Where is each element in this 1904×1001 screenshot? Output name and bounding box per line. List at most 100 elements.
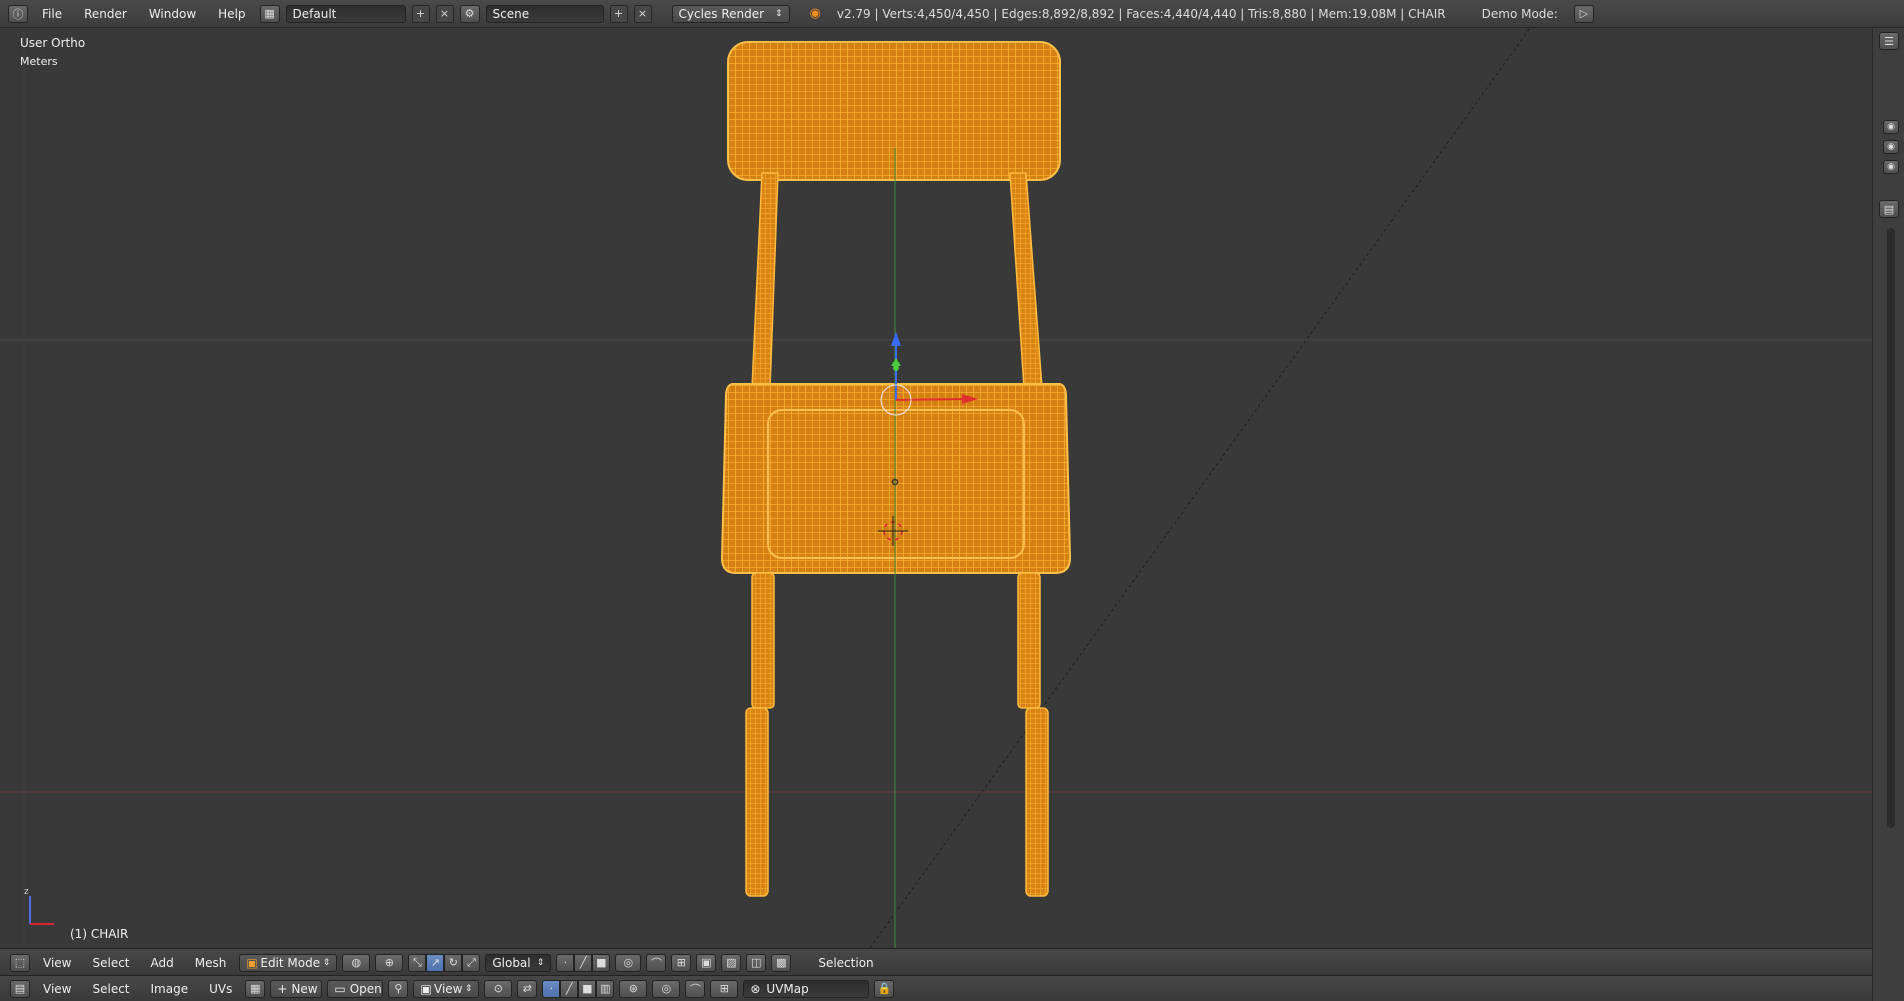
svg-text:z: z [24,887,29,897]
lock-icon[interactable]: 🔒 [874,979,895,998]
chair-leg-lower-right[interactable] [1025,707,1049,897]
remove-scene-icon[interactable]: × [633,4,652,23]
scale-manipulator-icon[interactable]: ⤢ [462,953,481,972]
scene-icon[interactable]: ⚙ [459,4,480,23]
viewport-canvas[interactable]: z [0,28,1872,948]
uv-menu-uvs[interactable]: UVs [201,982,240,996]
proportional-editing-icon[interactable]: ◎ [615,953,642,972]
opengl-render-icon[interactable]: ◫ [746,953,767,972]
new-image-label: New [291,981,318,996]
3d-viewport[interactable]: z User Ortho Meters (1) CHAIR [0,28,1872,948]
manipulator-y-arrow[interactable] [891,358,901,366]
view-axis-widget: z [24,887,54,925]
3d-view-header: ⬚ View Select Add Mesh ▣ Edit Mode ⇕ ◍ ⊕… [0,948,1872,976]
menu-file[interactable]: File [34,7,70,21]
uv-select-mode-buttons: · ╱ ■ ▥ [542,979,615,998]
scene-field[interactable]: Scene [485,4,604,23]
remove-screen-icon[interactable]: × [435,4,454,23]
visibility-icon[interactable]: ◉ [1883,140,1899,154]
uv-vertex-select-icon[interactable]: · [542,979,561,998]
plus-icon: + [277,981,288,996]
demo-mode-label: Demo Mode: [1481,6,1558,21]
chair-leg-front-left[interactable] [751,572,775,709]
chair-backrest[interactable] [727,41,1061,181]
pivot-icon[interactable]: ⊙ [484,979,513,998]
render-preview-icon[interactable]: ▨ [721,953,742,972]
render-engine-label: Cycles Render [678,6,765,21]
sticky-select-icon[interactable]: ⊛ [619,979,648,998]
outliner-icon[interactable]: ☰ [1879,32,1899,50]
manipulator-z-arrow[interactable] [891,332,901,346]
open-image-label: Open [349,981,382,996]
render-engine-dropdown[interactable]: Cycles Render ⇕ [671,4,790,23]
opengl-animation-icon[interactable]: ▩ [771,953,792,972]
properties-icon[interactable]: ▤ [1879,200,1899,218]
editor-type-image-icon[interactable]: ▤ [10,979,30,998]
status-selection: Selection [818,955,874,970]
sync-selection-icon[interactable]: ⇄ [517,979,538,998]
manipulator-toggle-icon[interactable]: ⤡ [408,953,427,972]
snap-target-icon[interactable]: ▣ [696,953,717,972]
visibility-icon[interactable]: ◉ [1883,120,1899,134]
uv-menu-image[interactable]: Image [143,982,197,996]
proportional-icon[interactable]: ◎ [652,979,681,998]
edit-mode-icon: ▣ [246,955,258,970]
open-image-button[interactable]: ▭ Open [327,979,384,998]
uv-edge-select-icon[interactable]: ╱ [560,979,579,998]
menu-render[interactable]: Render [76,7,135,21]
editor-type-3dview-icon[interactable]: ⬚ [10,953,30,972]
uv-face-select-icon[interactable]: ■ [578,979,597,998]
active-object-label: (1) CHAIR [70,927,129,941]
uv-menu-view[interactable]: View [35,982,79,996]
rotate-manipulator-icon[interactable]: ↻ [444,953,463,972]
uv-island-select-icon[interactable]: ▥ [596,979,615,998]
add-scene-icon[interactable]: + [609,4,628,23]
mode-dropdown[interactable]: ▣ Edit Mode ⇕ [239,953,338,972]
menu-select[interactable]: Select [84,956,137,970]
chair-leg-lower-left[interactable] [745,707,769,897]
chair-leg-front-right[interactable] [1017,572,1041,709]
menu-mesh[interactable]: Mesh [187,956,235,970]
blender-logo-icon: ◉ [809,6,821,21]
add-screen-icon[interactable]: + [411,4,430,23]
edge-select-icon[interactable]: ╱ [574,953,593,972]
play-icon[interactable]: ▷ [1573,4,1594,23]
uv-menu-select[interactable]: Select [84,982,137,996]
menu-help[interactable]: Help [210,7,253,21]
uvmap-icon: ⊗ [750,981,761,996]
screen-layout-icon[interactable]: ▦ [259,4,280,23]
editor-type-info-icon[interactable]: ⓘ [8,4,28,23]
menu-view[interactable]: View [35,956,79,970]
screen-layout-field[interactable]: Default [285,4,406,23]
dropdown-arrows-icon: ⇕ [536,957,545,968]
uvmap-label: UVMap [766,981,809,996]
uv-snap-icon[interactable]: ⌒ [685,979,706,998]
vertex-select-icon[interactable]: · [556,953,575,972]
translate-manipulator-icon[interactable]: ↗ [426,953,445,972]
chair-back-post-right[interactable] [1009,172,1043,389]
snap-element-icon[interactable]: ⊞ [671,953,692,972]
folder-icon: ▭ [334,981,346,996]
properties-scrollbar[interactable] [1887,228,1895,828]
snap-icon[interactable]: ⌒ [646,953,667,972]
view-mode-dropdown[interactable]: ▣ View ⇕ [413,979,480,998]
pin-icon[interactable]: ⚲ [388,979,409,998]
properties-strip: ☰ ◉ ◉ ◉ ▤ [1872,28,1904,1001]
menu-add[interactable]: Add [143,956,182,970]
pivot-point-icon[interactable]: ⊕ [375,953,404,972]
dropdown-arrows-icon: ⇕ [464,983,473,994]
uvmap-field[interactable]: ⊗ UVMap [743,979,870,998]
uv-snap-element-icon[interactable]: ⊞ [710,979,739,998]
face-select-icon[interactable]: ■ [592,953,611,972]
menu-window[interactable]: Window [141,7,204,21]
new-image-button[interactable]: + New [270,979,323,998]
viewport-shading-icon[interactable]: ◍ [342,953,371,972]
image-browse-icon[interactable]: ▦ [245,979,266,998]
view-mode-label: View [434,981,463,996]
visibility-icon[interactable]: ◉ [1883,160,1899,174]
chair-back-post-left[interactable] [751,172,779,389]
chair-mesh[interactable] [720,41,1072,897]
transform-orientation-dropdown[interactable]: Global ⇕ [485,953,552,972]
mode-label: Edit Mode [260,955,321,970]
manipulator-toggles: ⤡ ↗ ↻ ⤢ [408,953,481,972]
